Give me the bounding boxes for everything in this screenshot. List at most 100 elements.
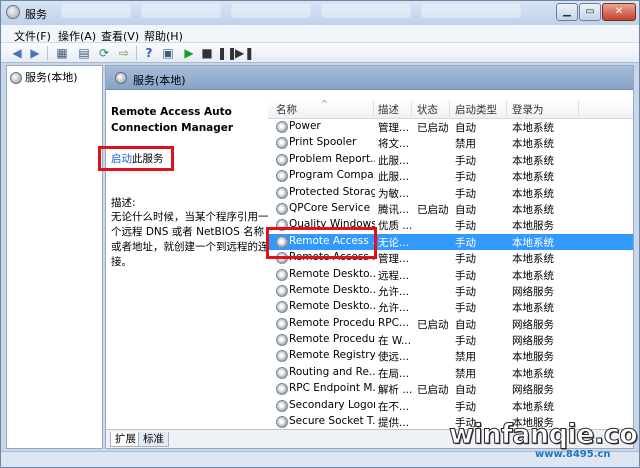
service-cell-logon: 本地系统	[512, 138, 554, 151]
export-icon[interactable]: ⇨	[116, 45, 132, 61]
column-header-description[interactable]: 描述	[378, 102, 399, 117]
background-window-tab	[321, 4, 411, 18]
column-divider[interactable]	[578, 101, 579, 117]
menu-bar: 文件(F) 操作(A) 查看(V) 帮助(H)	[1, 25, 639, 43]
stop-icon[interactable]: ■	[199, 45, 215, 61]
service-row[interactable]: QPCore Service 腾讯... 已启动 自动 本地系统	[268, 201, 633, 217]
service-cell-logon: 本地系统	[512, 187, 554, 200]
column-divider[interactable]	[411, 101, 412, 117]
restart-icon[interactable]: ▶❚	[235, 45, 254, 61]
service-cell-name: Remote Procedu...	[289, 316, 375, 329]
tab-extended[interactable]: 扩展	[110, 432, 141, 447]
close-button[interactable]: ✕	[602, 3, 636, 21]
column-header-logon-as[interactable]: 登录为	[512, 102, 544, 117]
service-cell-desc: 此服...	[378, 171, 410, 184]
service-cell-desc: 为敏...	[378, 187, 410, 200]
services-window: 服务 ▁ ▭ ✕ 文件(F) 操作(A) 查看(V) 帮助(H) ◀ ▶ ▦ ▤…	[0, 0, 640, 468]
service-cell-name: Protected Storage	[289, 185, 375, 198]
refresh-icon[interactable]: ⟳	[96, 45, 112, 61]
highlight-selected-service-box	[266, 227, 377, 259]
tree-item-services-local[interactable]: 服务(本地)	[10, 69, 78, 85]
service-cell-startup: 手动	[455, 154, 476, 167]
tab-standard[interactable]: 标准	[138, 432, 169, 447]
service-row[interactable]: Program Compa... 此服... 手动 本地系统	[268, 168, 633, 184]
service-gear-icon	[276, 170, 288, 183]
menu-view[interactable]: 查看(V)	[101, 28, 139, 44]
menu-help[interactable]: 帮助(H)	[144, 28, 183, 44]
service-cell-startup: 禁用	[455, 367, 476, 380]
service-cell-logon: 网络服务	[512, 384, 554, 397]
service-row[interactable]: Protected Storage 为敏... 手动 本地系统	[268, 185, 633, 201]
forward-arrow-icon[interactable]: ▶	[27, 45, 43, 61]
start-icon[interactable]: ▶	[181, 45, 197, 61]
service-cell-logon: 本地系统	[512, 203, 554, 216]
service-cell-name: Remote Procedu...	[289, 333, 375, 346]
column-header-name[interactable]: 名称	[276, 102, 297, 117]
service-cell-status: 已启动	[417, 122, 449, 134]
column-header-startup-type[interactable]: 启动类型	[455, 102, 497, 117]
properties-icon[interactable]: ▤	[76, 45, 92, 61]
services-gear-icon	[10, 72, 22, 84]
service-gear-icon	[276, 301, 288, 314]
service-cell-logon: 本地系统	[512, 367, 554, 380]
column-divider[interactable]	[506, 101, 507, 117]
sort-ascending-icon: ^	[321, 99, 328, 108]
service-row[interactable]: Remote Procedu...RPC... 已启动自动 网络服务	[268, 316, 633, 332]
service-row[interactable]: Remote Registry 使远... 禁用 本地服务	[268, 348, 633, 364]
service-cell-logon: 本地服务	[512, 351, 554, 364]
column-divider[interactable]	[373, 101, 374, 117]
service-row[interactable]: Power 管理... 已启动 自动 本地系统	[268, 119, 633, 135]
service-cell-logon: 本地系统	[512, 269, 554, 282]
menu-action[interactable]: 操作(A)	[58, 28, 96, 44]
service-gear-icon	[276, 137, 288, 150]
service-cell-startup: 自动	[455, 318, 476, 331]
service-cell-startup: 禁用	[455, 138, 476, 151]
background-window-tab	[141, 4, 221, 18]
column-header-status[interactable]: 状态	[417, 102, 438, 117]
service-gear-icon	[276, 186, 288, 199]
service-cell-status: 已启动	[417, 384, 449, 397]
service-cell-startup: 自动	[455, 203, 476, 216]
service-cell-startup: 手动	[455, 400, 476, 413]
back-arrow-icon[interactable]: ◀	[9, 45, 25, 61]
service-cell-name: Remote Deskto...	[289, 283, 375, 296]
service-row[interactable]: Remote Procedu...在 W... 手动 网络服务	[268, 332, 633, 348]
service-row[interactable]: Routing and Re... 在局... 禁用 本地系统	[268, 365, 633, 381]
service-gear-icon	[276, 121, 288, 133]
service-row[interactable]: RPC Endpoint M... 解析 ... 已启动 自动 网络服务	[268, 381, 633, 397]
service-cell-desc: 管理...	[378, 253, 410, 266]
pause-icon[interactable]: ❚❚	[217, 45, 237, 61]
service-cell-desc: 允许...	[378, 302, 410, 315]
service-row[interactable]: Secondary Logon 在不... 手动 本地系统	[268, 398, 633, 414]
description-label: 描述:	[111, 197, 136, 209]
service-cell-name: QPCore Service	[289, 201, 371, 214]
console-icon[interactable]: ▣	[160, 45, 176, 61]
minimize-button[interactable]: ▁	[556, 3, 578, 21]
service-gear-icon	[276, 383, 288, 396]
site-watermark: winfanqie.com www.8495.cn	[449, 419, 639, 461]
toolbar: ◀ ▶ ▦ ▤ ⟳ ⇨ ? ▣ ▶ ■ ❚❚ ▶❚	[1, 43, 639, 63]
help-icon[interactable]: ?	[141, 45, 157, 61]
service-cell-desc: 优质 ...	[378, 220, 413, 233]
service-cell-name: Remote Deskto...	[289, 300, 375, 313]
column-divider[interactable]	[449, 101, 450, 117]
menu-file[interactable]: 文件(F)	[14, 28, 51, 44]
maximize-button[interactable]: ▭	[579, 3, 601, 21]
service-gear-icon	[276, 399, 288, 412]
background-window-tab	[61, 4, 131, 18]
service-row[interactable]: Remote Deskto... 远程... 手动 本地系统	[268, 267, 633, 283]
service-row[interactable]: Print Spooler 将文... 禁用 本地系统	[268, 135, 633, 151]
service-row[interactable]: Problem Report... 此服... 手动 本地系统	[268, 152, 633, 168]
title-bar: 服务 ▁ ▭ ✕	[1, 1, 639, 25]
service-gear-icon	[276, 334, 288, 347]
toolbar-divider	[136, 46, 137, 60]
background-window-tab	[231, 4, 311, 18]
service-cell-desc: 在不...	[378, 400, 410, 413]
service-cell-logon: 本地系统	[512, 253, 554, 266]
content-header: 服务(本地)	[106, 66, 633, 90]
service-row[interactable]: Remote Deskto... 允许... 手动 网络服务	[268, 283, 633, 299]
show-tree-icon[interactable]: ▦	[54, 45, 70, 61]
service-row[interactable]: Remote Deskto... 允许... 手动 本地系统	[268, 299, 633, 315]
navigation-tree: 服务(本地)	[6, 65, 103, 449]
highlight-start-link-box	[98, 146, 174, 171]
